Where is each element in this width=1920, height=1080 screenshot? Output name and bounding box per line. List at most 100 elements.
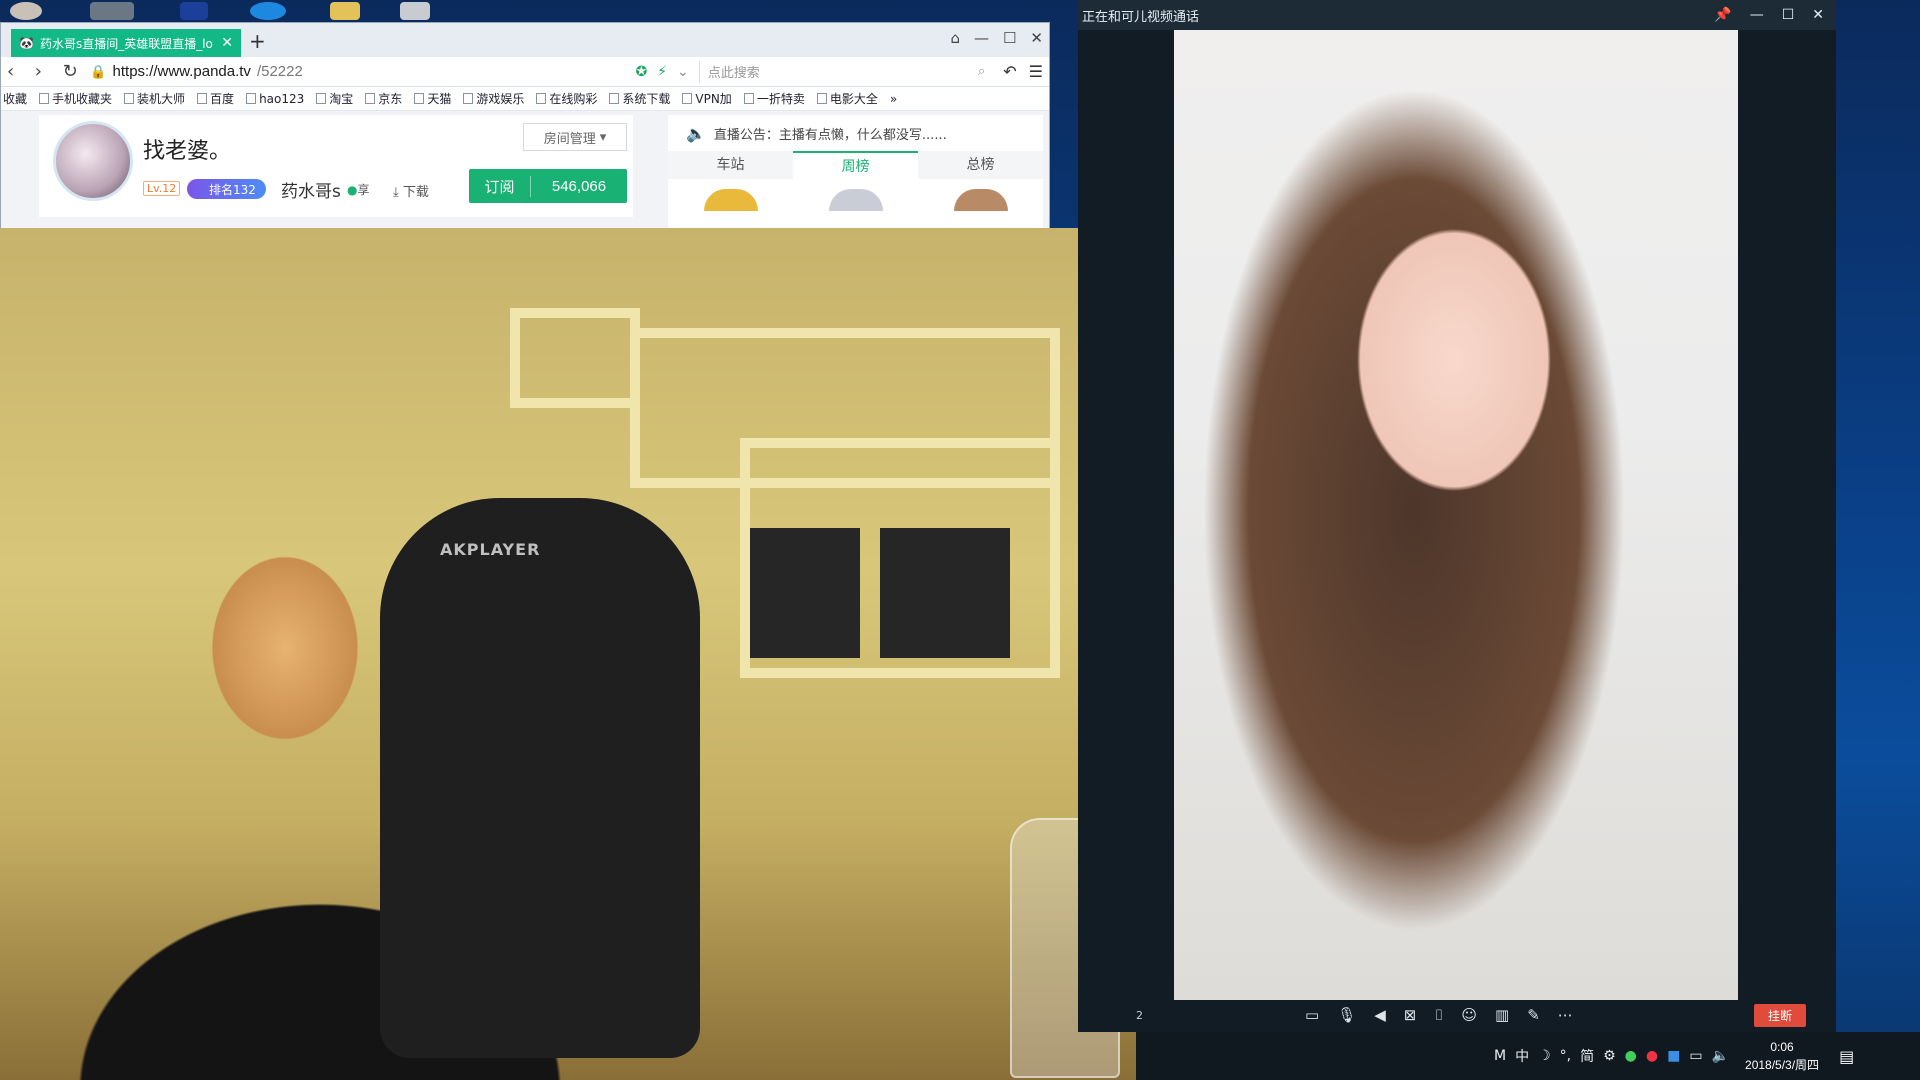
url-field[interactable]: 🔒 https://www.panda.tv/52222 [90, 63, 475, 80]
desktop-app-icon[interactable] [400, 2, 430, 20]
snapshot-icon[interactable]: ⌷ [1434, 1006, 1443, 1024]
bookmark-item[interactable]: 京东 [365, 90, 402, 107]
security-icon[interactable]: ● [1646, 1048, 1658, 1064]
bookmark-label: 一折特卖 [756, 92, 805, 106]
close-icon[interactable]: ✕ [1812, 7, 1824, 23]
settings-icon[interactable]: ⚙ [1603, 1048, 1616, 1064]
tab-station[interactable]: 车站 [668, 151, 793, 179]
wechat-icon[interactable]: ● [1625, 1048, 1637, 1064]
page-icon [414, 93, 425, 104]
punctuation-icon[interactable]: °, [1560, 1048, 1571, 1064]
bookmark-item[interactable]: 百度 [197, 90, 234, 107]
tab-weekly[interactable]: 周榜 [793, 151, 918, 179]
bronze-medal-icon[interactable] [953, 189, 1008, 211]
room-manage-label: 房间管理 [543, 131, 596, 147]
speaker [750, 528, 860, 658]
download-button[interactable]: ⤓ 下载 [393, 181, 429, 200]
network-icon[interactable]: ▭ [1689, 1048, 1702, 1064]
screen-share-icon[interactable]: ▥ [1495, 1006, 1509, 1024]
undo-icon[interactable]: ↶ [1003, 62, 1016, 81]
bookmark-item[interactable]: hao123 [246, 92, 304, 106]
bookmark-label: 系统下载 [622, 92, 671, 106]
minimize-icon[interactable]: — [1750, 7, 1764, 23]
bookmark-item[interactable]: 手机收藏夹 [39, 90, 112, 107]
input-mode-icon[interactable]: 中 [1515, 1046, 1529, 1066]
minimize-icon[interactable]: — [974, 29, 989, 47]
tab-close-icon[interactable]: ✕ [221, 35, 233, 51]
desktop-app-icon[interactable] [330, 2, 360, 20]
page-icon [316, 93, 327, 104]
system-tray: M 中 ☽ °, 简 ⚙ ● ● ■ ▭ 🔈 [1494, 1046, 1729, 1066]
clock[interactable]: 0:06 2018/5/3/周四 [1745, 1038, 1819, 1074]
effects-icon[interactable]: ☺ [1461, 1006, 1477, 1024]
speaker-icon[interactable]: ◀ [1374, 1006, 1386, 1024]
tab-total[interactable]: 总榜 [918, 151, 1043, 179]
security-icon[interactable]: ✪ [635, 64, 647, 80]
chevron-down-icon[interactable]: ⌄ [677, 64, 689, 80]
search-input[interactable]: 点此搜索 ⌕ [698, 60, 985, 83]
ime-icon[interactable]: M [1494, 1048, 1506, 1064]
microphone-icon[interactable]: 🎙 [1337, 1006, 1356, 1024]
more-icon[interactable]: ⋯ [1558, 1006, 1573, 1024]
maximize-icon[interactable]: ☐ [1782, 7, 1795, 23]
share-label: 享 [357, 183, 370, 197]
caret-down-icon: ▾ [599, 129, 607, 145]
desktop-app-icon[interactable] [90, 2, 134, 20]
bookmark-item[interactable]: 系统下载 [609, 90, 670, 107]
desktop-app-icon[interactable] [180, 2, 208, 20]
bookmark-item[interactable]: VPN加 [682, 90, 732, 107]
chat-icon[interactable]: ▭ [1305, 1006, 1319, 1024]
moon-icon[interactable]: ☽ [1538, 1048, 1551, 1064]
room-manage-button[interactable]: 房间管理 ▾ [523, 123, 627, 151]
bookmarks-more[interactable]: » [890, 92, 897, 106]
subscribe-button[interactable]: 订阅 546,066 [469, 169, 627, 203]
search-icon[interactable]: ⌕ [978, 64, 985, 79]
hangup-button[interactable]: 挂断 [1753, 1003, 1806, 1027]
new-tab-button[interactable]: + [249, 29, 266, 53]
lock-icon: 🔒 [90, 63, 107, 79]
bookmark-label: » [889, 91, 898, 106]
avatar[interactable] [53, 121, 133, 201]
page-icon [463, 93, 474, 104]
pin-icon[interactable]: 📌 [1714, 7, 1731, 23]
bookmark-label: 京东 [378, 92, 403, 106]
video-call-window: 正在和可儿视频通话 📌 — ☐ ✕ 2 ▭ 🎙 ◀ ⊠ ⌷ ☺ ▥ ✎ ⋯ 挂断 [1078, 0, 1836, 1032]
bookmark-item[interactable]: 一折特卖 [743, 90, 805, 107]
bookmark-item[interactable]: 天猫 [414, 90, 451, 107]
close-icon[interactable]: ✕ [1030, 29, 1043, 47]
app-icon[interactable]: ■ [1667, 1048, 1680, 1064]
lightning-icon[interactable]: ⚡ [657, 64, 667, 80]
chat-icon: ● [347, 183, 358, 197]
leaderboard-panel: 🔈 直播公告：主播有点懒，什么都没写...... 车站 周榜 总榜 [668, 115, 1043, 229]
bookmark-item[interactable]: 游戏娱乐 [463, 90, 524, 107]
whiteboard-icon[interactable]: ✎ [1527, 1006, 1540, 1024]
taskbar: M 中 ☽ °, 简 ⚙ ● ● ■ ▭ 🔈 0:06 2018/5/3/周四 … [1136, 1032, 1920, 1080]
bookmark-item[interactable]: 淘宝 [316, 90, 353, 107]
reload-icon[interactable]: ↻ [63, 61, 81, 82]
share-button[interactable]: ●享 [347, 181, 370, 198]
bookmark-item[interactable]: 装机大师 [124, 90, 185, 107]
maximize-icon[interactable]: ☐ [1003, 29, 1016, 47]
page-icon [197, 93, 208, 104]
forward-icon[interactable]: › [35, 61, 53, 82]
desktop-app-icon[interactable] [10, 2, 42, 20]
bookmark-item[interactable]: 收藏 [3, 90, 27, 107]
skin-icon[interactable]: ⌂ [950, 29, 960, 47]
gold-medal-icon[interactable] [703, 189, 758, 211]
menu-icon[interactable]: ☰ [1029, 62, 1043, 81]
camera-off-icon[interactable]: ⊠ [1404, 1006, 1417, 1024]
desktop-app-icon[interactable] [250, 2, 286, 20]
notification-icon[interactable]: ▤ [1839, 1047, 1854, 1066]
page-icon [39, 93, 50, 104]
browser-tab-active[interactable]: 🐼 药水哥s直播间_英雄联盟直播_lo ✕ [11, 29, 241, 57]
bookmark-label: 百度 [210, 92, 235, 106]
simplified-icon[interactable]: 简 [1580, 1046, 1594, 1066]
bookmark-item[interactable]: 电影大全 [816, 90, 878, 107]
back-icon[interactable]: ‹ [7, 61, 25, 82]
volume-icon[interactable]: 🔈 [1712, 1048, 1729, 1064]
bookmark-item[interactable]: 在线购彩 [536, 90, 597, 107]
page-icon [743, 93, 754, 104]
silver-medal-icon[interactable] [828, 189, 883, 211]
page-content: 找老婆。 房间管理 ▾ Lv.12 排名132 药水哥s ●享 ⤓ 下载 订阅 … [1, 111, 1049, 229]
rank-badge[interactable]: 排名132 [187, 179, 266, 199]
